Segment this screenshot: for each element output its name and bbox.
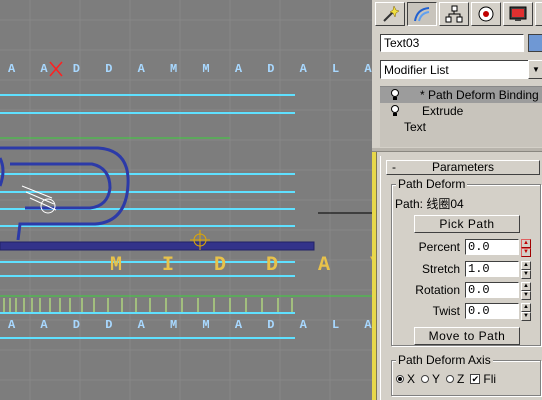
path-deform-group: Path Deform Path: 线圈04 Pick Path Percent… <box>391 177 542 346</box>
path-deform-axis-group: Path Deform Axis X Y Z ✔ Fli <box>391 353 541 396</box>
rotation-label: Rotation <box>415 283 460 297</box>
stretch-spinner: Stretch ▲▼ <box>392 261 542 279</box>
scene-canvas[interactable] <box>0 0 372 400</box>
stack-item-label: Text <box>404 120 427 134</box>
rotation-spinner: Rotation ▲▼ <box>392 282 542 300</box>
letter-p-partial <box>0 157 5 187</box>
stack-item-label: Extrude <box>422 104 464 118</box>
axis-x-label: X <box>407 372 416 386</box>
utilities-tab[interactable] <box>535 2 542 26</box>
percent-input[interactable] <box>465 239 519 255</box>
scene-text-top: A A D D A M M A D A L A A A <box>8 62 372 76</box>
chevron-down-icon[interactable]: ▼ <box>528 60 542 79</box>
stack-item-text[interactable]: Text <box>380 119 542 135</box>
wand-icon <box>383 5 399 22</box>
object-color-swatch[interactable] <box>528 34 542 52</box>
pick-path-button[interactable]: Pick Path <box>414 215 520 233</box>
stretch-input[interactable] <box>465 261 519 277</box>
hierarchy-tab[interactable] <box>439 2 469 26</box>
stack-item-label: * Path Deform Binding <box>420 88 539 102</box>
object-name-input[interactable] <box>380 34 524 52</box>
flip-label: Fli <box>483 372 497 386</box>
modify-arc-icon <box>414 7 430 22</box>
parameters-rollout: - Parameters Path Deform Path: 线圈04 Pick… <box>380 156 542 400</box>
check-icon: ✔ <box>470 374 481 384</box>
viewport[interactable]: A A D D A M M A D A L A A A M I D D A Y … <box>0 0 372 400</box>
hierarchy-icon <box>445 5 463 23</box>
twist-spinner-arrows[interactable]: ▲ ▼ <box>521 303 531 321</box>
axis-y-label: Y <box>432 372 441 386</box>
display-icon <box>509 6 527 21</box>
group-title: Path Deform <box>396 177 468 191</box>
stack-item-path-deform[interactable]: * Path Deform Binding <box>380 87 542 103</box>
motion-tab[interactable] <box>471 2 501 26</box>
axis-z-label: Z <box>457 372 465 386</box>
move-to-path-button[interactable]: Move to Path <box>414 327 520 345</box>
spline-lines <box>0 94 295 339</box>
twist-label: Twist <box>432 304 460 318</box>
scene-text-bottom: A A D D A M M A D A L A A A <box>8 318 372 332</box>
rotation-input[interactable] <box>465 282 519 298</box>
lightbulb-icon[interactable] <box>390 89 400 101</box>
create-tab[interactable] <box>375 2 405 26</box>
stretch-spinner-arrows[interactable]: ▲ ▼ <box>521 261 531 279</box>
command-panel: Modifier List ▼ * Path Deform Binding Ex… <box>372 0 542 400</box>
stack-divider[interactable] <box>372 148 542 152</box>
axis-x-radio[interactable]: X <box>396 372 415 386</box>
modifier-list-label: Modifier List <box>384 63 449 77</box>
rotation-spinner-arrows[interactable]: ▲ ▼ <box>521 282 531 300</box>
percent-label: Percent <box>418 240 460 254</box>
group-title: Path Deform Axis <box>396 353 493 367</box>
flip-checkbox[interactable]: ✔ Fli <box>470 372 496 386</box>
radio-dot <box>421 375 430 383</box>
percent-spinner: Percent ▲▼ <box>392 239 542 257</box>
command-panel-tabs <box>375 2 542 28</box>
picket-row <box>3 298 293 312</box>
stretch-label: Stretch <box>421 262 460 276</box>
radio-dot <box>446 375 455 383</box>
twist-spinner: Twist ▲▼ <box>392 303 542 321</box>
percent-spinner-arrows[interactable]: ▲ ▼ <box>521 239 531 257</box>
axis-y-radio[interactable]: Y <box>421 372 440 386</box>
axis-z-radio[interactable]: Z <box>446 372 464 386</box>
axis-radio-row: X Y Z ✔ Fli <box>396 372 496 386</box>
modifier-list-dropdown[interactable]: Modifier List ▼ <box>380 60 542 79</box>
panel-scrollbar[interactable] <box>372 152 377 400</box>
rollout-header[interactable]: - Parameters <box>386 160 540 175</box>
motion-icon <box>478 6 494 22</box>
display-tab[interactable] <box>503 2 533 26</box>
radio-dot <box>396 375 404 383</box>
modify-tab[interactable] <box>407 2 437 26</box>
path-label: Path: 线圈04 <box>395 197 464 211</box>
rollout-title: Parameters <box>431 160 495 174</box>
lightbulb-icon[interactable] <box>390 105 400 117</box>
stack-item-extrude[interactable]: Extrude <box>380 103 542 119</box>
collapse-icon: - <box>392 160 396 174</box>
grid <box>0 0 372 400</box>
modifier-stack: * Path Deform Binding Extrude Text <box>380 86 542 147</box>
scene-text-midday: M I D D A Y <box>110 254 372 277</box>
twist-input[interactable] <box>465 303 519 319</box>
path-bar <box>0 241 315 251</box>
